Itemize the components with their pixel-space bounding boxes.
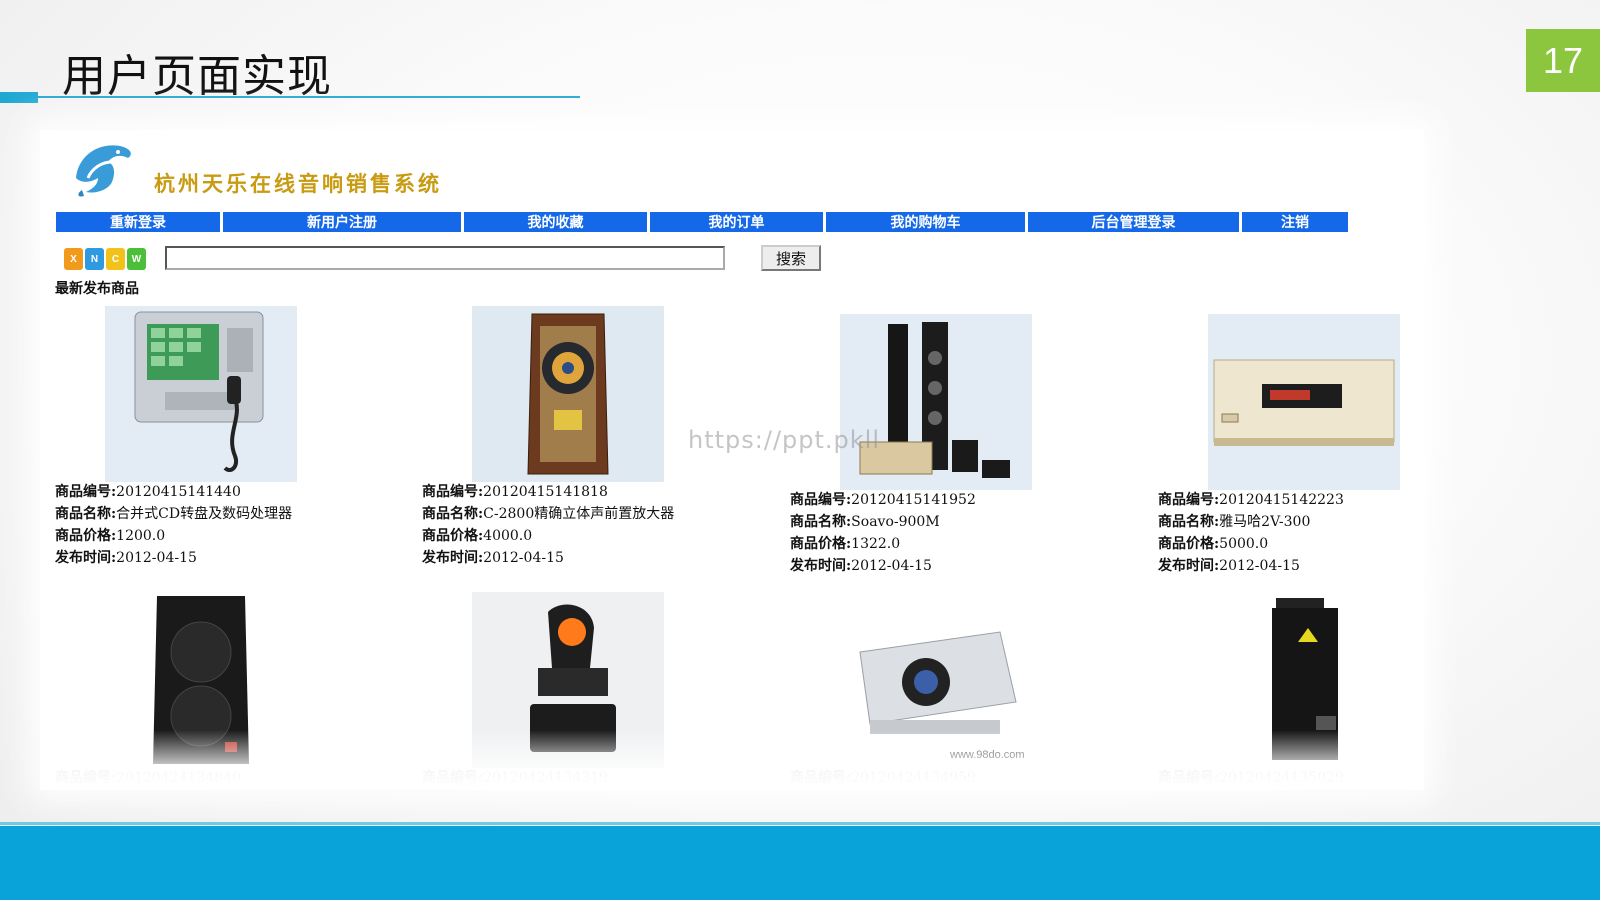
product-id: 20120415141440 xyxy=(116,484,241,500)
info-label: 商品编号: xyxy=(422,484,484,500)
product-name: C-2800精确立体声前置放大器 xyxy=(483,506,675,522)
product-price: 1322.0 xyxy=(851,536,901,552)
wood-speaker-icon[interactable] xyxy=(472,306,664,482)
info-label: 发布时间: xyxy=(55,550,117,566)
info-label: 商品价格: xyxy=(55,528,117,544)
nav-orders[interactable]: 我的订单 xyxy=(650,212,823,232)
slide-title: 用户页面实现 xyxy=(62,51,332,102)
info-label: 商品价格: xyxy=(790,536,852,552)
nav-admin-login[interactable]: 后台管理登录 xyxy=(1028,212,1239,232)
section-heading: 最新发布商品 xyxy=(55,281,139,297)
product-name: 雅马哈2V-300 xyxy=(1219,514,1311,530)
search-brand-logo: X N C W xyxy=(64,248,146,270)
product-id: 20120415141818 xyxy=(483,484,608,500)
info-label: 商品价格: xyxy=(1158,536,1220,552)
product-date: 2012-04-15 xyxy=(1219,558,1300,574)
info-label: 商品名称: xyxy=(1158,514,1220,530)
product-name: 合并式CD转盘及数码处理器 xyxy=(116,506,293,522)
product-price: 4000.0 xyxy=(483,528,533,544)
product-date: 2012-04-15 xyxy=(851,558,932,574)
logo-letter: N xyxy=(85,248,104,270)
logo-letter: W xyxy=(127,248,146,270)
page-number: 17 xyxy=(1526,29,1600,92)
nav-cart[interactable]: 我的购物车 xyxy=(826,212,1025,232)
product-date: 2012-04-15 xyxy=(116,550,197,566)
info-label: 商品价格: xyxy=(422,528,484,544)
watermark: https://ppt.pkll xyxy=(688,426,881,454)
amplifier-icon[interactable] xyxy=(1208,314,1400,490)
search-button[interactable]: 搜索 xyxy=(761,245,821,271)
logo-letter: X xyxy=(64,248,83,270)
product-id: 20120415141952 xyxy=(851,492,976,508)
info-label: 发布时间: xyxy=(790,558,852,574)
info-label: 商品名称: xyxy=(55,506,117,522)
nav-logout[interactable]: 注销 xyxy=(1242,212,1348,232)
dolphin-logo-icon xyxy=(76,145,131,197)
product-info: 商品编号:20120415141818 商品名称:C-2800精确立体声前置放大… xyxy=(422,482,722,570)
bottom-fade xyxy=(40,730,1424,790)
product-price: 1200.0 xyxy=(116,528,166,544)
nav-favorites[interactable]: 我的收藏 xyxy=(464,212,647,232)
product-id: 20120415142223 xyxy=(1219,492,1344,508)
info-label: 商品编号: xyxy=(790,492,852,508)
info-label: 商品编号: xyxy=(1158,492,1220,508)
main-nav: 重新登录 新用户注册 我的收藏 我的订单 我的购物车 后台管理登录 注销 xyxy=(56,212,1382,232)
product-name: Soavo-900M xyxy=(851,514,940,530)
product-date: 2012-04-15 xyxy=(483,550,564,566)
info-label: 商品编号: xyxy=(55,484,117,500)
nav-register[interactable]: 新用户注册 xyxy=(223,212,461,232)
nav-relogin[interactable]: 重新登录 xyxy=(56,212,220,232)
site-title: 杭州天乐在线音响销售系统 xyxy=(154,171,442,196)
info-label: 发布时间: xyxy=(1158,558,1220,574)
pa-console-icon[interactable] xyxy=(105,306,297,482)
info-label: 发布时间: xyxy=(422,550,484,566)
speaker-set-icon[interactable] xyxy=(840,314,1032,490)
title-accent-block xyxy=(0,92,38,103)
footer-band xyxy=(0,826,1600,900)
embedded-screenshot: 杭州天乐在线音响销售系统 重新登录 新用户注册 我的收藏 我的订单 我的购物车 … xyxy=(40,130,1424,790)
product-price: 5000.0 xyxy=(1219,536,1269,552)
info-label: 商品名称: xyxy=(422,506,484,522)
product-info: 商品编号:20120415142223 商品名称:雅马哈2V-300 商品价格:… xyxy=(1158,490,1424,578)
logo-letter: C xyxy=(106,248,125,270)
product-info: 商品编号:20120415141952 商品名称:Soavo-900M 商品价格… xyxy=(790,490,1090,578)
product-info: 商品编号:20120415141440 商品名称:合并式CD转盘及数码处理器 商… xyxy=(55,482,355,570)
footer-line xyxy=(0,822,1600,825)
info-label: 商品名称: xyxy=(790,514,852,530)
search-input[interactable] xyxy=(165,246,725,270)
